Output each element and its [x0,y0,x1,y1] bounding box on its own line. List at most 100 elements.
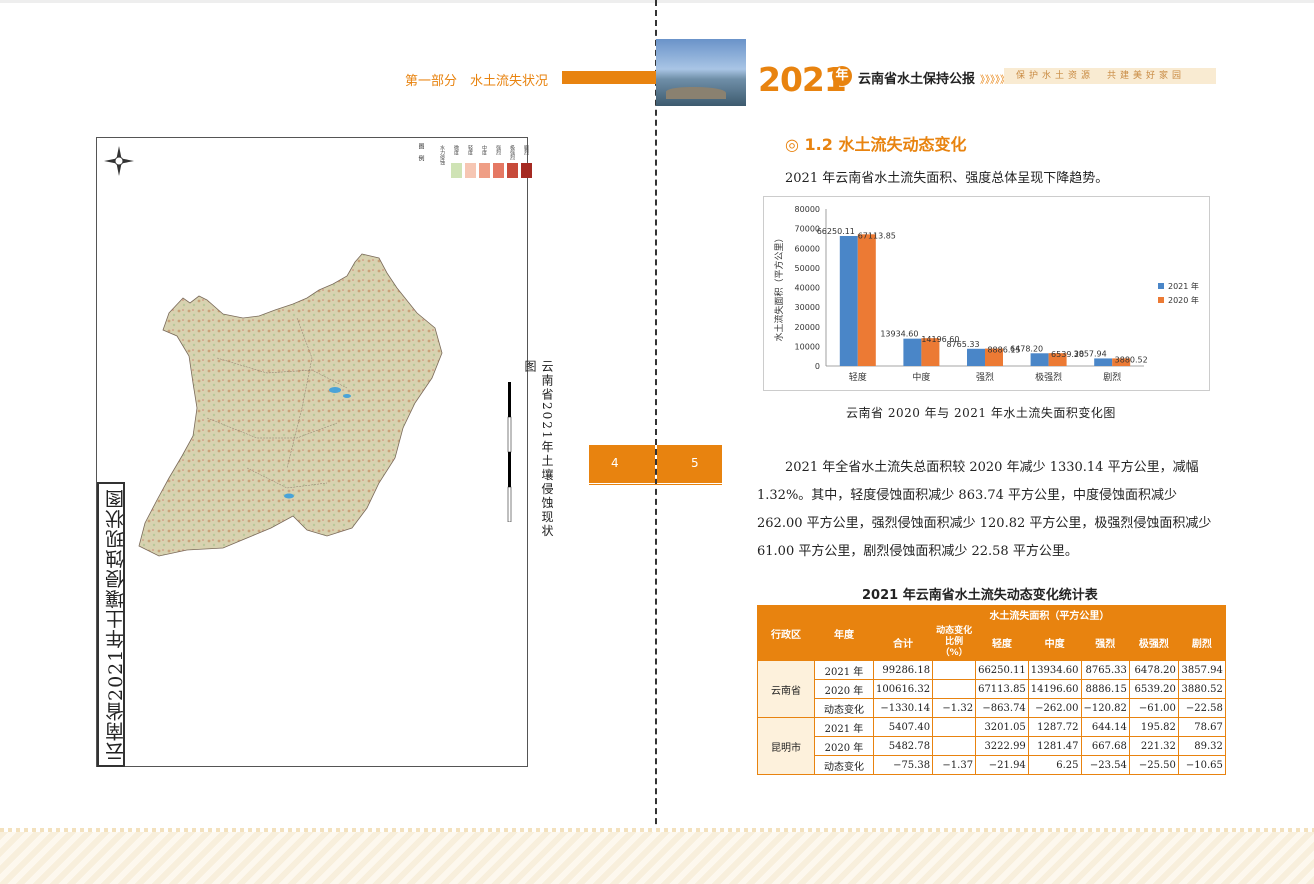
table-cell: 动态变化 [814,755,874,775]
legend-swatch [479,163,490,178]
table-cell: −120.82 [1080,698,1130,718]
header-moderate: 中度 [1027,623,1082,661]
legend-label: 微度 [453,145,459,155]
bar [1030,353,1049,366]
legend-label: 剧烈 [523,145,529,155]
table-cell: −61.00 [1128,698,1179,718]
table-cell: 6478.20 [1128,660,1179,680]
table-row: 2020 年 5482.78 3222.99 1281.47 667.68 221.32 8… [758,736,1226,756]
table-cell: 8886.15 [1080,679,1130,699]
page-fold-divider [655,0,657,884]
table-cell: −1330.14 [872,698,934,718]
legend-label: 强烈 [495,145,501,155]
data-label: 3857.94 [1074,349,1107,358]
x-tick-label: 强烈 [976,372,994,383]
data-label: 6478.20 [1010,344,1043,353]
table-cell: −1.37 [932,755,977,775]
table-cell: −10.65 [1177,755,1226,775]
legend-label: 2021 年 [1168,281,1199,291]
province-shape [138,253,443,557]
table-cell: 100616.32 [872,679,934,699]
left-header-bar [562,71,656,84]
legend-title: 图 例 [417,143,424,161]
x-tick-label: 中度 [912,371,930,383]
table-cell: −262.00 [1027,698,1082,718]
page-number-right: 5 [657,445,722,483]
table-row: 动态变化 −1330.14 −1.32 −863.74 −262.00 −120.82 −6… [758,698,1226,718]
legend-swatch [521,163,532,178]
header-landscape-photo [656,39,746,106]
left-running-header: 第一部分 水土流失状况 [405,74,549,89]
bar [839,235,858,366]
header-severe: 剧烈 [1177,623,1226,661]
y-tick-label: 50000 [795,264,820,273]
header-very-intense: 极强烈 [1128,623,1179,661]
table-cell: −22.58 [1177,698,1226,718]
chart-caption: 云南省 2020 年与 2021 年水土流失面积变化图 [846,406,1116,420]
table-row: 云南省 2021 年 99286.18 66250.11 13934.60 8765.33… [757,660,1226,718]
table-cell: 3857.94 [1177,660,1226,680]
legend-swatch [1158,297,1164,303]
map-side-caption: 云南省2021年土壤侵蚀现状图 [523,360,554,539]
table-cell: 3201.05 [975,717,1029,737]
table-cell: −75.38 [872,755,934,775]
legend-swatch [465,163,476,178]
table-cell: 5407.40 [872,717,934,737]
top-rule [0,0,1314,3]
page-number-4: 4 [611,456,619,470]
table-cell: 78.67 [1177,717,1226,737]
header-change-ratio: 动态变化比例（%） [932,623,977,661]
page-number-left: 4 [589,445,655,483]
table-cell: 2021 年 [814,660,874,680]
legend-label: 中度 [481,145,487,155]
table-cell: 67113.85 [975,679,1029,699]
yunnan-map [138,253,443,557]
table-cell: 644.14 [1080,717,1130,737]
table-cell: 1287.72 [1027,717,1082,737]
table-cell [932,660,977,680]
header-year: 年度 [814,605,874,661]
bar [857,234,876,366]
table-cell: 2020 年 [814,736,874,756]
legend-label: 极强烈 [509,145,515,160]
table-cell: 1281.47 [1027,736,1082,756]
table-cell: 13934.60 [1027,660,1082,680]
table-cell: 221.32 [1128,736,1179,756]
table-cell: 5482.78 [872,736,934,756]
bar-chart: 0 10000 20000 30000 40000 50000 60000 70000 8000… [763,196,1210,391]
table-cell: 99286.18 [872,660,934,680]
table-cell: −23.54 [1080,755,1130,775]
data-label: 8765.33 [946,340,979,349]
legend-swatch [493,163,504,178]
scale-bar [503,382,515,523]
x-tick-label: 极强烈 [1035,371,1062,383]
header-region: 行政区 [757,605,815,661]
table-cell: −25.50 [1128,755,1179,775]
table-title: 2021 年云南省水土流失动态变化统计表 [862,588,1098,603]
bar [967,348,985,366]
table-cell: −21.94 [975,755,1029,775]
table-region-cell: 云南省 [757,660,815,718]
x-tick-label: 轻度 [849,371,867,383]
table-cell [932,679,977,699]
table-cell: 195.82 [1128,717,1179,737]
legend-swatch [451,163,462,178]
section-title: ◎ 1.2 水土流失动态变化 [785,135,967,154]
y-tick-label: 0 [815,362,820,371]
y-tick-label: 30000 [795,303,820,312]
table-row: 昆明市 2021 年 5407.40 3201.05 1287.72 644.14 195.… [757,717,1226,775]
legend-label: 水力侵蚀 [439,145,445,165]
table-cell: 8765.33 [1080,660,1130,680]
y-axis-label: 水土流失面积（平方公里） [773,233,785,341]
legend-label: 轻度 [467,145,473,155]
bar [1094,358,1113,366]
table-cell: −863.74 [975,698,1029,718]
table-cell: −1.32 [932,698,977,718]
y-tick-label: 80000 [795,205,820,214]
data-label: 3880.52 [1115,355,1148,364]
body-paragraph: 2021 年全省水土流失总面积较 2020 年减少 1330.14 平方公里，减… [757,460,1212,559]
legend-label: 2020 年 [1168,295,1199,305]
table-cell: 667.68 [1080,736,1130,756]
slogan-banner: 保护水土资源 共建美好家园 [1004,68,1216,84]
map-title: 云南省2021年土壤侵蚀现状图 [105,488,127,761]
